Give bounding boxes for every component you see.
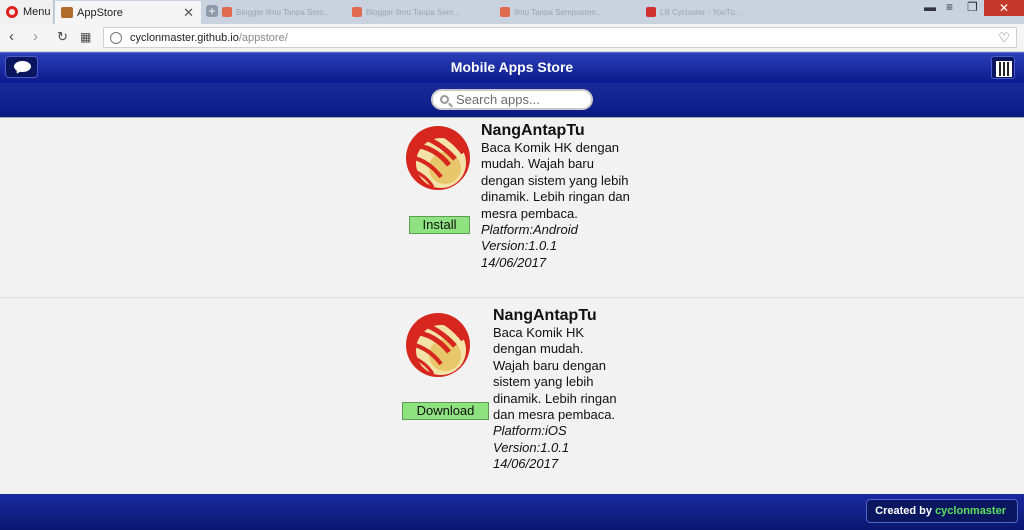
back-icon[interactable]: ‹ [9, 28, 14, 45]
favicon-icon [646, 7, 656, 17]
app-info: NangAntapTu Baca Komik HK dengan mudah. … [481, 122, 631, 271]
url-path: /appstore/ [238, 31, 288, 44]
heart-icon[interactable]: ♡ [998, 30, 1010, 46]
app-version: Version:1.0.1 [493, 439, 570, 455]
app-date: 14/06/2017 [493, 456, 559, 472]
globe-icon [110, 31, 122, 44]
browser-menu-button[interactable]: Menu [0, 0, 54, 24]
qr-code-icon [996, 61, 1012, 77]
background-tab[interactable]: Blogger Ilmu Tanpa Sem... [222, 4, 344, 20]
search-input[interactable] [456, 92, 576, 107]
author-credit[interactable]: Created by cyclonmaster [866, 499, 1018, 523]
app-platform: Platform:Android [481, 222, 578, 238]
background-tab[interactable]: Blogger Ilmu Tanpa Sem... [352, 4, 474, 20]
search-icon [440, 95, 449, 104]
menu-lines-icon[interactable]: ≡ [946, 0, 953, 14]
app-list-item: Download NangAntapTu Baca Komik HK denga… [0, 298, 1024, 494]
app-version: Version:1.0.1 [481, 238, 558, 254]
close-tab-icon[interactable]: ✕ [183, 5, 194, 21]
tab-appstore[interactable]: AppStore ✕ [55, 1, 201, 24]
speed-dial-icon[interactable]: ▦ [80, 30, 91, 44]
background-tab[interactable]: Ilmu Tanpa Semposten... [500, 4, 610, 20]
forward-icon[interactable]: › [33, 28, 38, 45]
url-field[interactable]: cyclonmaster.github.io /appstore/ ♡ [103, 27, 1017, 48]
url-host: cyclonmaster.github.io [130, 31, 239, 44]
author-name: cyclonmaster [935, 505, 1006, 517]
address-bar-row: ‹ › ↻ ▦ cyclonmaster.github.io /appstore… [0, 24, 1024, 52]
app-logo-icon [406, 313, 470, 377]
new-tab-icon[interactable]: + [206, 5, 218, 17]
minimize-icon[interactable]: ▬ [924, 0, 936, 14]
tab-title: AppStore [77, 6, 123, 19]
download-button[interactable]: Download [402, 402, 489, 420]
favicon-icon [500, 7, 510, 17]
app-header: Mobile Apps Store [0, 52, 1024, 83]
app-description: Baca Komik HK dengan mudah. Wajah baru d… [493, 325, 617, 423]
app-platform: Platform:iOS [493, 423, 567, 439]
window-close-icon[interactable]: ✕ [984, 0, 1024, 16]
app-name: NangAntapTu [481, 122, 585, 139]
app-name: NangAntapTu [493, 307, 597, 324]
browser-tab-bar: Menu AppStore ✕ + Blogger Ilmu Tanpa Sem… [0, 0, 1024, 24]
page-title: Mobile Apps Store [450, 59, 574, 75]
favicon-icon [352, 7, 362, 17]
credit-prefix: Created by [875, 505, 932, 517]
app-date: 14/06/2017 [481, 254, 547, 270]
app-logo-icon [406, 126, 470, 190]
search-box[interactable] [431, 89, 593, 110]
app-list-item: Install NangAntapTu Baca Komik HK dengan… [0, 118, 1024, 298]
reload-icon[interactable]: ↻ [57, 29, 68, 45]
favicon-icon [61, 7, 73, 18]
page-footer: Created by cyclonmaster [0, 494, 1024, 530]
browser-menu-label: Menu [23, 6, 51, 18]
restore-icon[interactable]: ❐ [967, 0, 978, 14]
opera-icon [6, 6, 18, 18]
favicon-icon [222, 7, 232, 17]
qr-code-button[interactable] [991, 56, 1015, 79]
install-button[interactable]: Install [409, 216, 470, 234]
app-info: NangAntapTu Baca Komik HK dengan mudah. … [493, 307, 618, 473]
background-tab[interactable]: Lili Cycloster - YouTu... [646, 4, 770, 20]
app-description: Baca Komik HK dengan mudah. Wajah baru d… [481, 140, 630, 221]
search-bar-area [0, 83, 1024, 118]
